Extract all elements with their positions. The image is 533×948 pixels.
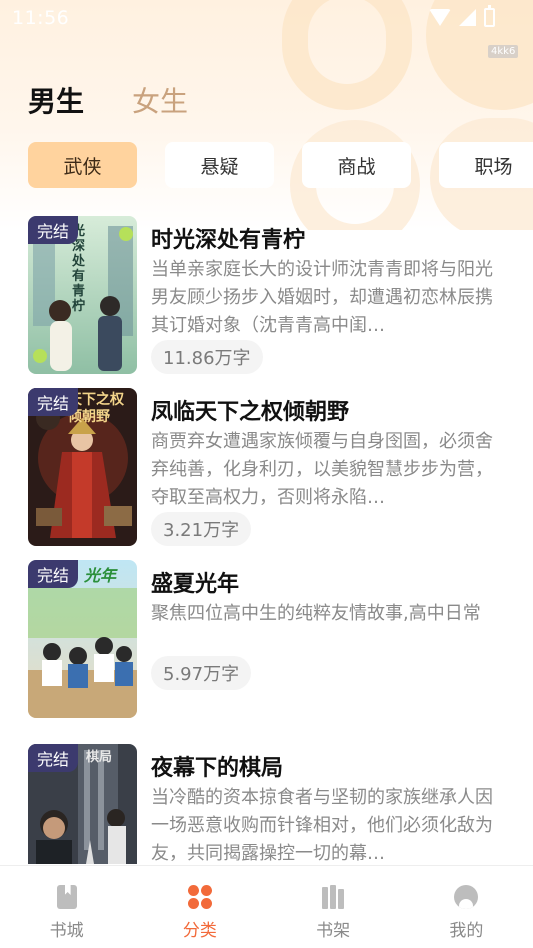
- nav-label: 书架: [316, 921, 351, 941]
- book-item[interactable]: 棋局 完结 夜幕下的棋局 当冷酷的资本掠食者与坚韧的家族继承人因一场恶意收购而针…: [28, 744, 508, 864]
- status-bar: 11:56: [0, 0, 533, 36]
- category-chip-workplace[interactable]: 职场: [439, 142, 533, 188]
- word-count-tag: 3.21万字: [151, 512, 252, 546]
- book-cover[interactable]: 天下之权倾朝野 完结: [28, 388, 137, 546]
- bookstore-icon: [54, 884, 80, 910]
- book-title: 凤临天下之权倾朝野: [151, 400, 350, 425]
- book-description: 当单亲家庭长大的设计师沈青青即将与阳光男友顾少扬步入婚姻时，却遭遇初恋林辰携其订…: [151, 259, 493, 336]
- category-chip-suspense[interactable]: 悬疑: [165, 142, 274, 188]
- nav-label: 我的: [449, 921, 484, 941]
- category-icon: [187, 884, 213, 910]
- cover-title: 天下之权倾朝野: [68, 392, 124, 425]
- cover-title: 光年: [84, 566, 117, 585]
- gender-tabs: 男生 女生: [21, 80, 188, 120]
- word-count-tag: 5.97万字: [151, 656, 252, 690]
- book-item[interactable]: 光深处有青柠 完结 时光深处有青柠 当单亲家庭长大的设计师沈青青即将与阳光男友顾…: [28, 216, 508, 374]
- book-cover[interactable]: 光深处有青柠 完结: [28, 216, 137, 374]
- status-badge: 完结: [28, 388, 78, 416]
- book-title: 时光深处有青柠: [151, 228, 306, 253]
- cover-title: 棋局: [86, 750, 113, 765]
- wifi-icon: [429, 9, 451, 26]
- book-description: 商贾弃女遭遇家族倾覆与自身囹圄，必须舍弃纯善，化身利刃，以美貌智慧步步为营，夺取…: [151, 431, 493, 508]
- tab-label: 男生: [28, 85, 85, 118]
- bottom-nav: 书城 分类 书架 我的: [0, 865, 533, 948]
- watermark: 4kk6: [488, 45, 519, 58]
- status-icons: [429, 5, 495, 27]
- book-cover[interactable]: 棋局 完结: [28, 744, 137, 864]
- word-count-tag: 11.86万字: [151, 340, 263, 374]
- tab-label: 女生: [132, 85, 189, 118]
- profile-icon: [453, 884, 479, 910]
- nav-profile[interactable]: 我的: [400, 866, 533, 948]
- nav-bookstore[interactable]: 书城: [0, 866, 133, 948]
- status-badge: 完结: [28, 216, 78, 244]
- book-title: 盛夏光年: [151, 572, 240, 597]
- status-time: 11:56: [12, 7, 70, 29]
- signal-icon: [459, 9, 476, 26]
- category-chip-business[interactable]: 商战: [302, 142, 411, 188]
- nav-category[interactable]: 分类: [133, 866, 266, 948]
- book-item[interactable]: 天下之权倾朝野 完结 凤临天下之权倾朝野 商贾弃女遭遇家族倾覆与自身囹圄，必须舍…: [28, 388, 508, 546]
- battery-icon: [484, 5, 495, 27]
- book-item[interactable]: 光年 完结 盛夏光年 聚焦四位高中生的纯粹友情故事,高中日常 5.97万字: [28, 560, 508, 718]
- book-description: 当冷酷的资本掠食者与坚韧的家族继承人因一场恶意收购而针锋相对，他们必须化敌为友，…: [151, 787, 493, 864]
- bookshelf-icon: [320, 884, 346, 910]
- tab-female[interactable]: 女生: [132, 80, 188, 120]
- status-badge: 完结: [28, 560, 78, 588]
- book-title: 夜幕下的棋局: [151, 756, 284, 781]
- tab-male[interactable]: 男生: [21, 80, 91, 120]
- book-cover[interactable]: 光年 完结: [28, 560, 137, 718]
- book-description: 聚焦四位高中生的纯粹友情故事,高中日常: [151, 603, 481, 624]
- category-chips: 武侠 悬疑 商战 职场: [28, 142, 533, 188]
- category-chip-wuxia[interactable]: 武侠: [28, 142, 137, 188]
- nav-label: 分类: [182, 921, 217, 941]
- nav-label: 书城: [49, 921, 84, 941]
- nav-bookshelf[interactable]: 书架: [267, 866, 400, 948]
- status-badge: 完结: [28, 744, 78, 772]
